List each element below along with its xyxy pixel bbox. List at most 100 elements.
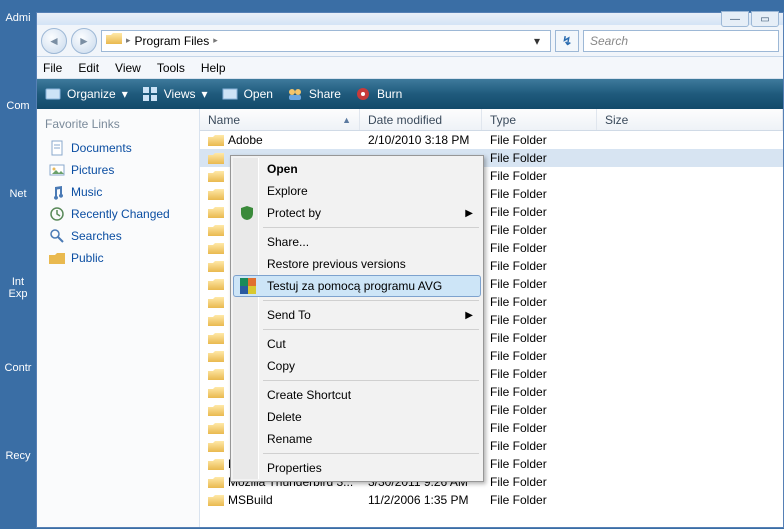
- folder-icon: [208, 386, 224, 399]
- sidebar-item-label: Documents: [71, 141, 132, 155]
- desktop-icon[interactable]: Contr: [0, 362, 36, 374]
- folder-icon: [208, 134, 224, 147]
- column-date[interactable]: Date modified: [360, 109, 482, 130]
- file-name: Adobe: [228, 133, 263, 147]
- folder-icon: [208, 368, 224, 381]
- address-dropdown[interactable]: ▾: [528, 34, 546, 48]
- ctx-cut[interactable]: Cut: [233, 333, 481, 355]
- file-type: File Folder: [482, 187, 597, 201]
- organize-label: Organize: [67, 87, 116, 101]
- share-icon: [287, 86, 303, 102]
- ctx-restore[interactable]: Restore previous versions: [233, 253, 481, 275]
- table-row[interactable]: MSBuild11/2/2006 1:35 PMFile Folder: [200, 491, 783, 509]
- ctx-rename[interactable]: Rename: [233, 428, 481, 450]
- breadcrumb-sep[interactable]: ▸: [213, 35, 218, 46]
- file-type: File Folder: [482, 457, 597, 471]
- breadcrumb-sep[interactable]: ▸: [126, 35, 131, 46]
- organize-icon: [45, 86, 61, 102]
- sidebar-item-search[interactable]: Searches: [45, 225, 191, 247]
- desktop-icon[interactable]: Recy: [0, 450, 36, 462]
- sidebar-item-music[interactable]: Music: [45, 181, 191, 203]
- burn-button[interactable]: Burn: [355, 86, 402, 102]
- favorite-links-title: Favorite Links: [45, 117, 191, 131]
- titlebar[interactable]: — ▭: [37, 13, 783, 25]
- open-button[interactable]: Open: [222, 86, 273, 102]
- breadcrumb-item[interactable]: Program Files: [135, 34, 210, 48]
- desktop-icons: Admi Com Net Int Exp Contr Recy: [0, 0, 36, 474]
- back-button[interactable]: ◄: [41, 28, 67, 54]
- desktop-icon[interactable]: Net: [0, 188, 36, 200]
- folder-icon: [208, 494, 224, 507]
- file-type: File Folder: [482, 421, 597, 435]
- file-date: 2/10/2010 3:18 PM: [360, 133, 482, 147]
- desktop-icon[interactable]: Admi: [0, 12, 36, 24]
- folder-icon: [208, 314, 224, 327]
- sidebar-item-label: Searches: [71, 229, 122, 243]
- context-menu: Open Explore Protect by▶ Share... Restor…: [230, 155, 484, 482]
- desktop-icon[interactable]: Com: [0, 100, 36, 112]
- submenu-arrow-icon: ▶: [465, 310, 473, 321]
- sidebar-item-label: Recently Changed: [71, 207, 170, 221]
- ctx-explore[interactable]: Explore: [233, 180, 481, 202]
- file-type: File Folder: [482, 133, 597, 147]
- folder-icon: [208, 476, 224, 489]
- ctx-open[interactable]: Open: [233, 158, 481, 180]
- organize-button[interactable]: Organize ▾: [45, 86, 128, 102]
- share-button[interactable]: Share: [287, 86, 341, 102]
- desktop-icon[interactable]: Int Exp: [0, 276, 36, 300]
- window-controls: — ▭: [721, 11, 779, 27]
- burn-icon: [355, 86, 371, 102]
- menu-file[interactable]: File: [43, 61, 62, 75]
- sidebar-item-documents[interactable]: Documents: [45, 137, 191, 159]
- search-input[interactable]: Search: [583, 30, 779, 52]
- sidebar-item-public[interactable]: Public: [45, 247, 191, 269]
- menu-tools[interactable]: Tools: [157, 61, 185, 75]
- ctx-avg-scan[interactable]: Testuj za pomocą programu AVG: [233, 275, 481, 297]
- file-type: File Folder: [482, 259, 597, 273]
- ctx-share[interactable]: Share...: [233, 231, 481, 253]
- sort-indicator: ▲: [342, 115, 351, 125]
- menubar: File Edit View Tools Help: [37, 57, 783, 79]
- sidebar-item-recent[interactable]: Recently Changed: [45, 203, 191, 225]
- ctx-delete[interactable]: Delete: [233, 406, 481, 428]
- column-size[interactable]: Size: [597, 109, 783, 130]
- share-label: Share: [309, 87, 341, 101]
- menu-help[interactable]: Help: [201, 61, 226, 75]
- file-type: File Folder: [482, 475, 597, 489]
- documents-icon: [49, 140, 65, 156]
- folder-icon: [208, 350, 224, 363]
- ctx-protect[interactable]: Protect by▶: [233, 202, 481, 224]
- table-row[interactable]: Adobe 2/10/2010 3:18 PMFile Folder: [200, 131, 783, 149]
- ctx-separator: [263, 300, 479, 301]
- views-button[interactable]: Views ▾: [142, 86, 208, 102]
- forward-button[interactable]: ►: [71, 28, 97, 54]
- column-type[interactable]: Type: [482, 109, 597, 130]
- minimize-button[interactable]: —: [721, 11, 749, 27]
- toolbar: Organize ▾ Views ▾ Open Share Bu: [37, 79, 783, 109]
- shield-icon: [239, 205, 255, 221]
- folder-icon: [208, 332, 224, 345]
- file-type: File Folder: [482, 205, 597, 219]
- file-type: File Folder: [482, 151, 597, 165]
- open-icon: [222, 86, 238, 102]
- folder-icon: [208, 422, 224, 435]
- ctx-sendto[interactable]: Send To▶: [233, 304, 481, 326]
- ctx-copy[interactable]: Copy: [233, 355, 481, 377]
- file-type: File Folder: [482, 295, 597, 309]
- folder-icon: [208, 188, 224, 201]
- recent-icon: [49, 206, 65, 222]
- maximize-button[interactable]: ▭: [751, 11, 779, 27]
- ctx-shortcut[interactable]: Create Shortcut: [233, 384, 481, 406]
- file-name: MSBuild: [228, 493, 273, 507]
- sidebar-item-pictures[interactable]: Pictures: [45, 159, 191, 181]
- ctx-properties[interactable]: Properties: [233, 457, 481, 479]
- menu-edit[interactable]: Edit: [78, 61, 99, 75]
- file-type: File Folder: [482, 403, 597, 417]
- column-name[interactable]: Name▲: [200, 109, 360, 130]
- folder-icon: [106, 33, 122, 49]
- menu-view[interactable]: View: [115, 61, 141, 75]
- folder-icon: [208, 170, 224, 183]
- refresh-button[interactable]: ↯: [555, 30, 579, 52]
- navigation-bar: ◄ ► ▸ Program Files ▸ ▾ ↯ Search: [37, 25, 783, 57]
- address-bar[interactable]: ▸ Program Files ▸ ▾: [101, 30, 551, 52]
